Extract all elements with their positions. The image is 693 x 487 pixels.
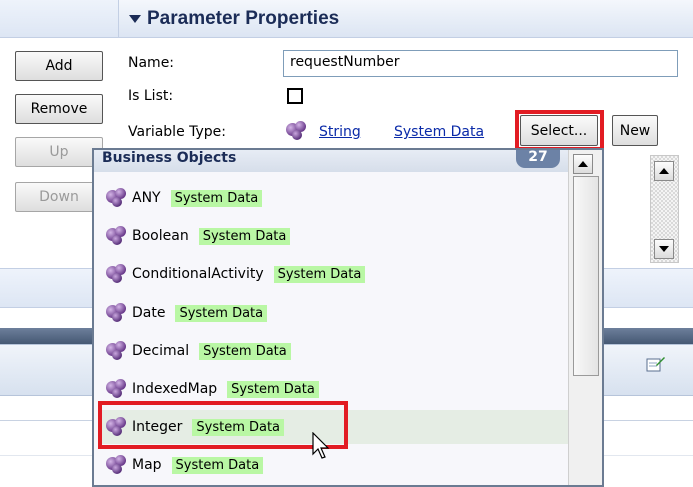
- business-object-icon: [286, 121, 308, 141]
- add-button[interactable]: Add: [15, 51, 103, 81]
- new-button[interactable]: New: [612, 115, 658, 146]
- business-object-icon: [106, 264, 128, 284]
- list-item-decimal[interactable]: Decimal System Data: [106, 336, 291, 366]
- popup-scrollbar[interactable]: [568, 150, 602, 485]
- is-list-label: Is List:: [128, 88, 174, 104]
- business-object-icon: [106, 188, 128, 208]
- mouse-cursor-icon: [312, 432, 330, 459]
- left-header-strip: [0, 0, 118, 38]
- business-object-icon: [106, 379, 128, 399]
- collapse-triangle-icon[interactable]: [129, 14, 141, 23]
- select-button-highlight: [515, 110, 604, 151]
- popup-scroll-thumb[interactable]: [573, 176, 599, 376]
- list-item-indexedmap[interactable]: IndexedMap System Data: [106, 374, 319, 404]
- list-item-any[interactable]: ANY System Data: [106, 183, 263, 213]
- remove-button[interactable]: Remove: [15, 94, 103, 124]
- variable-type-link[interactable]: String: [319, 124, 361, 140]
- background-scroll-up[interactable]: [654, 161, 674, 181]
- system-data-tag: System Data: [227, 380, 319, 398]
- is-list-checkbox[interactable]: [287, 88, 303, 104]
- system-data-tag: System Data: [171, 456, 264, 474]
- integer-item-highlight: [98, 401, 348, 449]
- list-item-boolean[interactable]: Boolean System Data: [106, 221, 291, 251]
- system-data-tag: System Data: [199, 342, 291, 360]
- section-title: Parameter Properties: [147, 8, 340, 29]
- parameter-properties-header[interactable]: Parameter Properties: [118, 0, 693, 38]
- system-data-tag: System Data: [170, 189, 263, 207]
- list-item-map[interactable]: Map System Data: [106, 450, 264, 480]
- business-object-icon: [106, 341, 128, 361]
- background-scroll-down[interactable]: [654, 239, 674, 259]
- list-item-date[interactable]: Date System Data: [106, 298, 268, 328]
- business-object-icon: [106, 226, 128, 246]
- business-objects-popup[interactable]: Business Objects 27 ANY System Data Boole…: [92, 148, 604, 487]
- name-field[interactable]: requestNumber: [283, 50, 678, 77]
- system-data-tag: System Data: [198, 227, 291, 245]
- popup-scroll-up[interactable]: [573, 154, 593, 174]
- system-data-tag: System Data: [273, 265, 366, 283]
- variable-type-source-link[interactable]: System Data: [394, 124, 484, 140]
- system-data-tag: System Data: [175, 304, 268, 322]
- variable-type-label: Variable Type:: [128, 124, 227, 140]
- business-object-icon: [106, 303, 128, 323]
- up-button[interactable]: Up: [15, 137, 103, 167]
- list-item-conditionalactivity[interactable]: ConditionalActivity System Data: [106, 259, 366, 289]
- object-count-badge: 27: [516, 150, 560, 168]
- business-object-icon: [106, 455, 128, 475]
- edit-icon[interactable]: [646, 355, 666, 373]
- name-label: Name:: [128, 55, 175, 71]
- down-button[interactable]: Down: [15, 182, 103, 212]
